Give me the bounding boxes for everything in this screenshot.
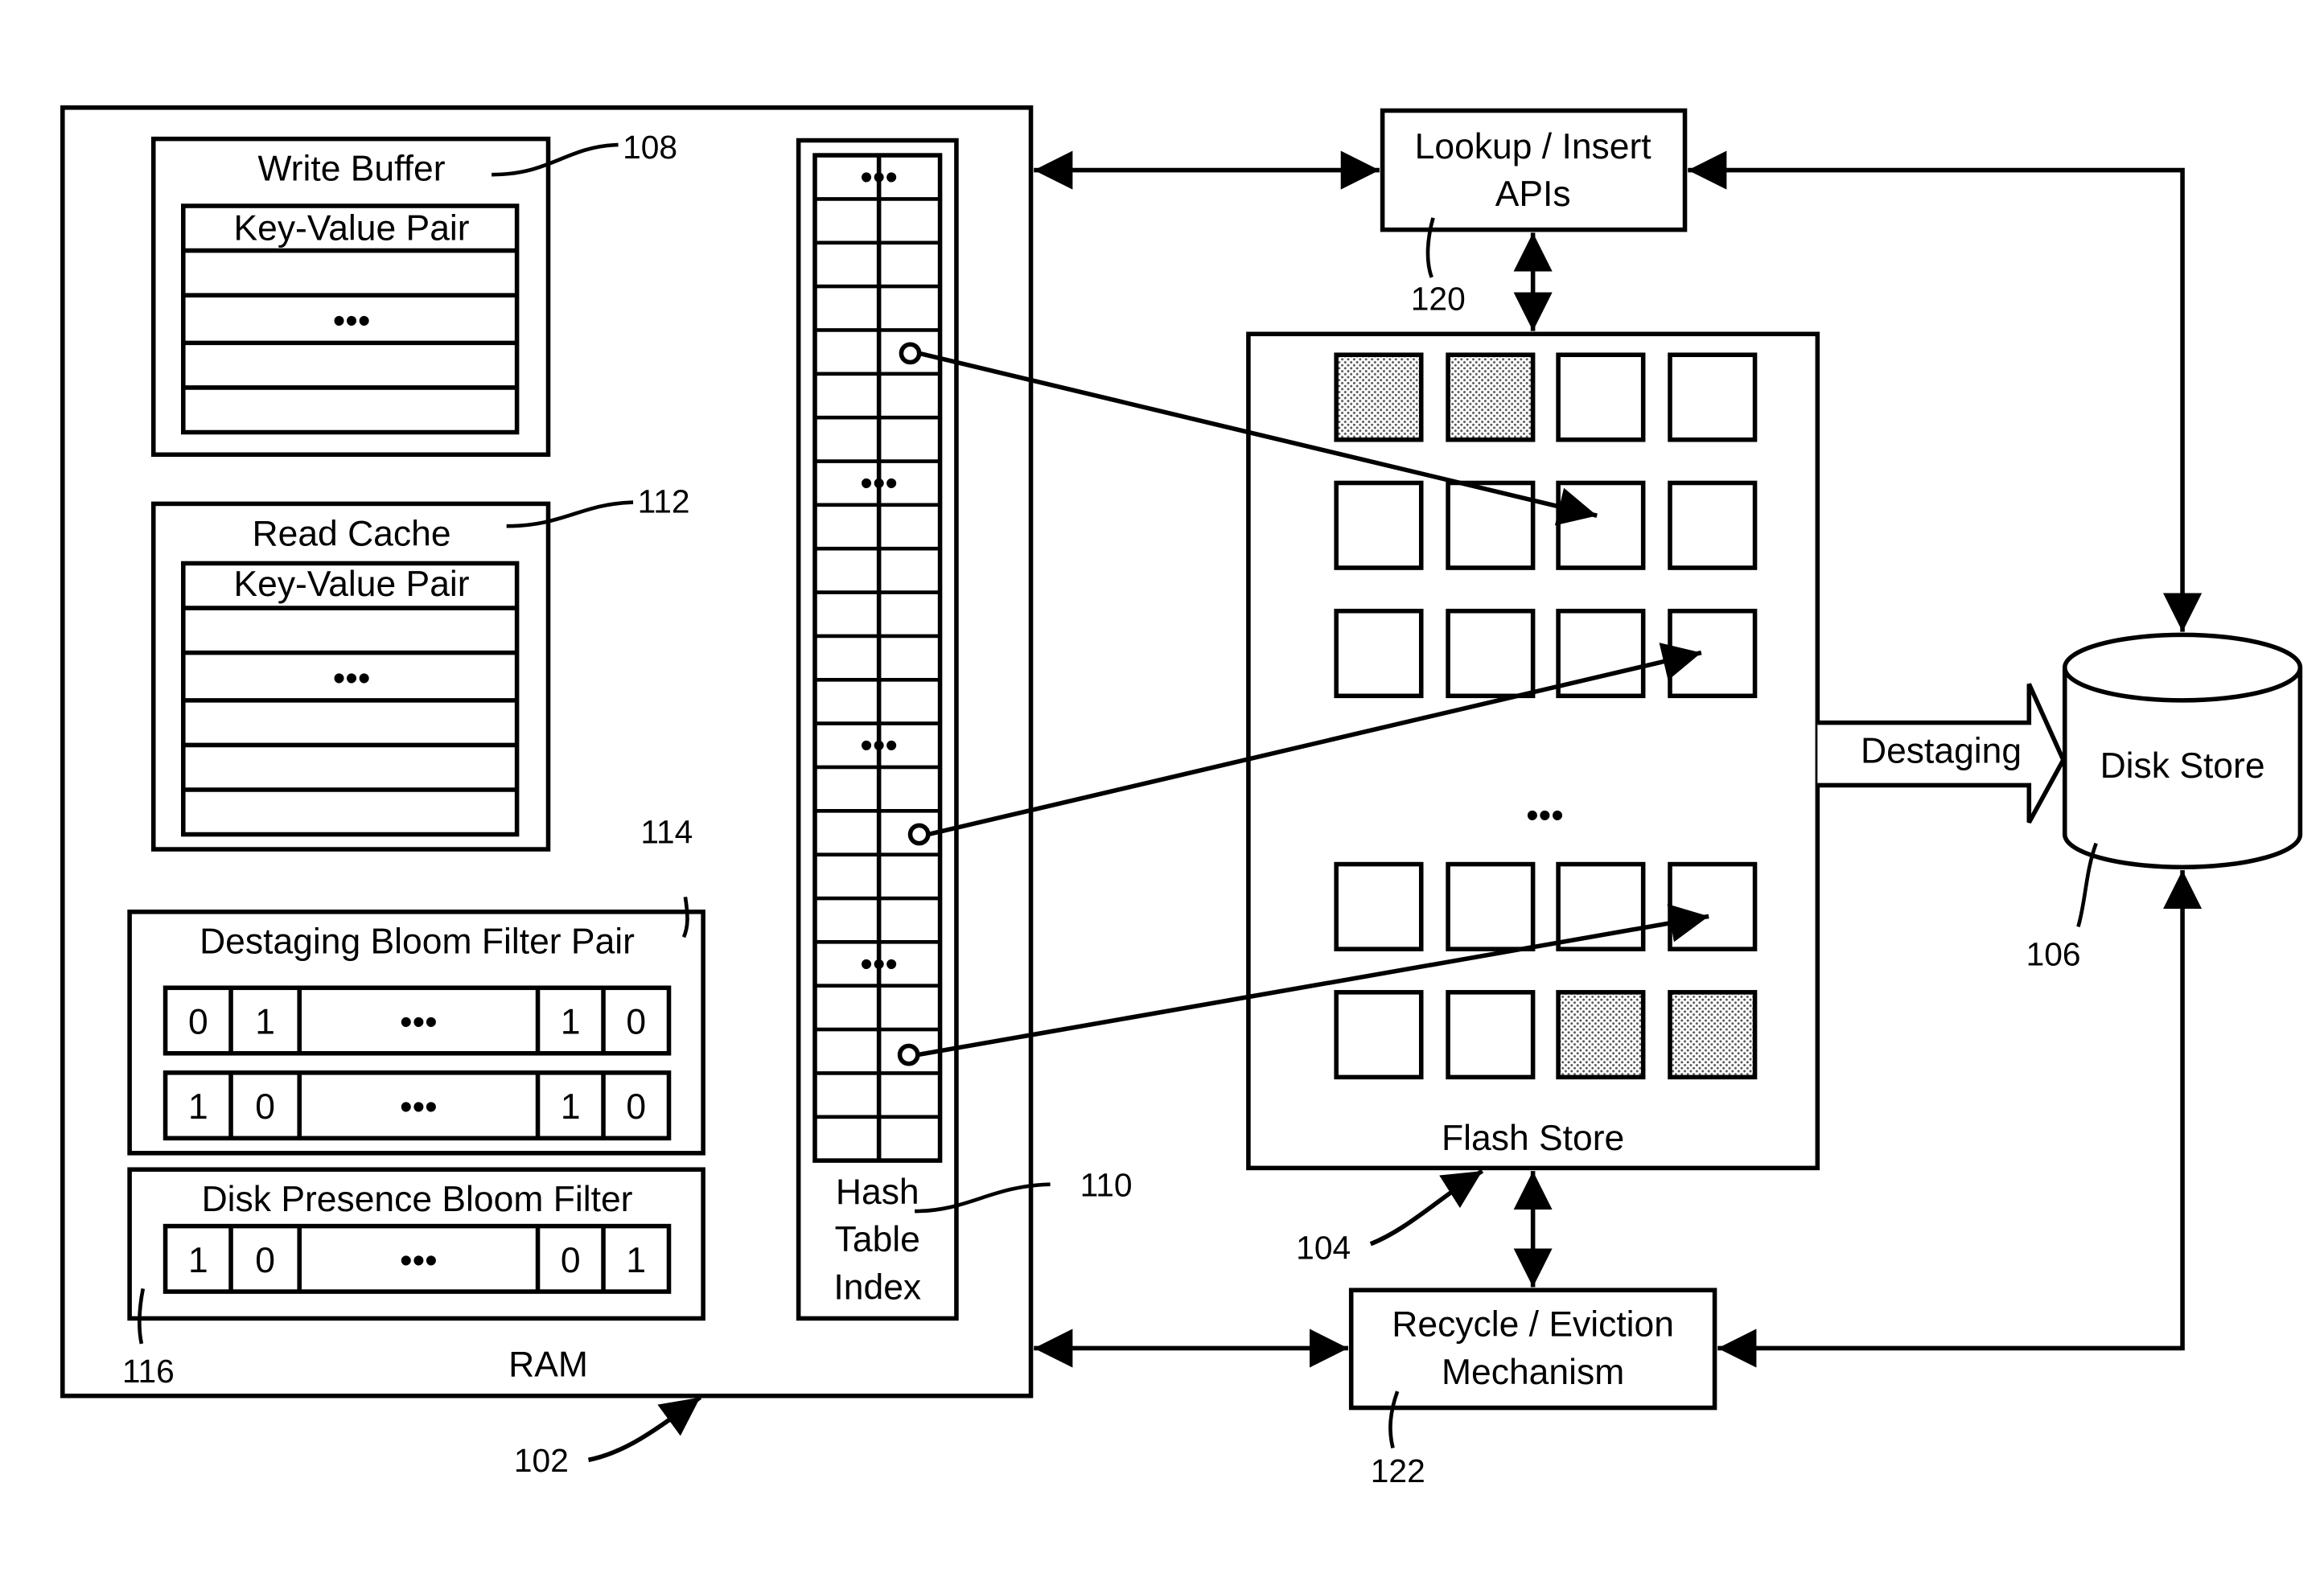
hash-ellipsis: ••• — [860, 464, 898, 503]
disk-presence-bloom-title: Disk Presence Bloom Filter — [202, 1180, 633, 1219]
destaging-bloom-bit: 0 — [188, 1003, 208, 1042]
ref-116: 116 — [122, 1353, 175, 1390]
destaging-bloom-bit: 1 — [561, 1003, 581, 1042]
architecture-diagram: RAM Write Buffer Key-Value Pair ••• 108 … — [60, 105, 2303, 1489]
disk-store: Disk Store 106 — [2026, 632, 2303, 973]
ref-108: 108 — [623, 129, 677, 166]
disk-store-label: Disk Store — [2100, 746, 2265, 786]
hash-ellipsis: ••• — [860, 158, 898, 197]
ref-122: 122 — [1371, 1452, 1425, 1489]
flash-block — [1668, 352, 1758, 442]
destaging-bloom-bit: 1 — [188, 1087, 208, 1127]
ref-104: 104 — [1296, 1229, 1351, 1266]
ref-112: 112 — [638, 483, 690, 520]
flash-block — [1668, 861, 1758, 951]
hash-title-line2: Table — [835, 1220, 920, 1259]
destaging-bloom-bit: 0 — [626, 1087, 646, 1127]
disk-presence-bloom-bit: 0 — [561, 1241, 581, 1280]
leader-102 — [587, 1395, 702, 1463]
flash-ellipsis: ••• — [1526, 795, 1564, 835]
hash-title-line1: Hash — [836, 1173, 919, 1212]
destaging-bloom-bit: 0 — [255, 1087, 275, 1127]
destaging-bloom-bit: ••• — [400, 1003, 438, 1042]
destaging-bloom-bit: 1 — [255, 1003, 275, 1042]
ref-106: 106 — [2026, 936, 2081, 973]
destaging-bloom-row: 0 1 ••• 1 0 — [162, 985, 672, 1056]
recycle-eviction-mechanism: Recycle / Eviction Mechanism 122 — [1348, 1288, 1717, 1489]
flash-store: ••• Flash Store 104 — [1246, 331, 1820, 1266]
disk-presence-bloom-bit: 1 — [188, 1241, 208, 1280]
read-cache-title: Read Cache — [253, 514, 451, 553]
hash-ellipsis: ••• — [860, 726, 898, 766]
destaging-bloom-bit: ••• — [400, 1087, 438, 1127]
flash-block — [1334, 861, 1424, 951]
lookup-api-line2: APIs — [1495, 175, 1571, 214]
flash-block — [1334, 608, 1424, 699]
lookup-api-line1: Lookup / Insert — [1415, 127, 1652, 166]
flash-block-used — [1556, 990, 1646, 1080]
ref-114: 114 — [640, 814, 693, 851]
recycle-line2: Mechanism — [1442, 1353, 1624, 1392]
flash-store-label: Flash Store — [1442, 1119, 1624, 1158]
hash-entry-pointer — [899, 342, 922, 365]
flash-block — [1556, 480, 1646, 570]
hash-title-line3: Index — [833, 1267, 921, 1307]
hash-entry-pointer — [907, 823, 931, 846]
hash-entry-pointer — [897, 1043, 920, 1066]
flash-block-used — [1668, 990, 1758, 1080]
destaging-arrow: Destaging — [1817, 683, 2067, 824]
flash-block — [1446, 861, 1536, 951]
write-buffer-ellipsis: ••• — [333, 301, 371, 340]
flash-block — [1668, 608, 1758, 699]
flash-block — [1334, 990, 1424, 1080]
write-buffer-header: Key-Value Pair — [233, 209, 469, 248]
disk-presence-bloom-bit: ••• — [400, 1241, 438, 1280]
ref-120: 120 — [1411, 281, 1466, 318]
read-cache-header: Key-Value Pair — [233, 565, 469, 604]
ref-102: 102 — [514, 1442, 569, 1479]
disk-presence-bloom-bit: 0 — [255, 1241, 275, 1280]
ram-label: RAM — [508, 1345, 588, 1385]
flash-block — [1334, 480, 1424, 570]
flash-block — [1446, 608, 1536, 699]
recycle-line1: Recycle / Eviction — [1392, 1305, 1674, 1345]
flash-block-used — [1446, 352, 1536, 442]
leader-104 — [1369, 1169, 1484, 1247]
disk-cylinder-top — [2062, 632, 2303, 703]
read-cache-ellipsis: ••• — [333, 659, 371, 698]
destaging-bloom-row: 1 0 ••• 1 0 — [162, 1070, 672, 1141]
write-buffer-title: Write Buffer — [258, 150, 446, 189]
disk-presence-bloom-bit: 1 — [626, 1241, 646, 1280]
hash-ellipsis: ••• — [860, 944, 898, 984]
flash-block — [1556, 352, 1646, 442]
destaging-bloom-title: Destaging Bloom Filter Pair — [199, 922, 635, 962]
destaging-label: Destaging — [1861, 732, 2022, 771]
flash-block-used — [1334, 352, 1424, 442]
destaging-bloom-bit: 0 — [626, 1003, 646, 1042]
ref-110: 110 — [1080, 1167, 1133, 1204]
disk-presence-bloom-row: 1 0 ••• 0 1 — [162, 1223, 672, 1294]
flash-block — [1446, 990, 1536, 1080]
destaging-bloom-bit: 1 — [561, 1087, 581, 1127]
flash-block — [1668, 480, 1758, 570]
